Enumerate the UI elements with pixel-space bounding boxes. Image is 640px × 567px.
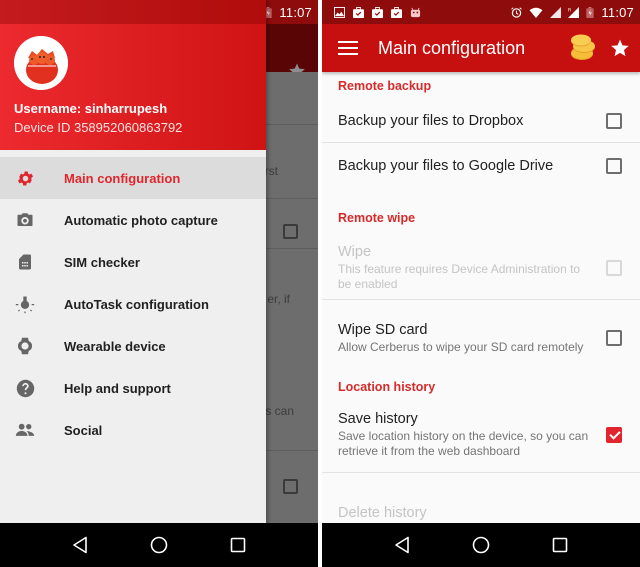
drawer-item-automatic-photo-capture[interactable]: Automatic photo capture [0, 199, 266, 241]
notification-icons [334, 6, 421, 18]
pref-backup-dropbox[interactable]: Backup your files to Dropbox [322, 100, 640, 142]
watch-icon [15, 336, 35, 356]
pref-title: Backup your files to Google Drive [338, 158, 554, 174]
battery-charging-icon [586, 6, 595, 18]
back-button[interactable] [69, 534, 91, 556]
lightbulb-icon [15, 294, 35, 314]
coins-icon[interactable] [568, 33, 598, 63]
background-checkbox [283, 224, 298, 239]
back-button[interactable] [391, 534, 413, 556]
drawer-item-main-configuration[interactable]: Main configuration [0, 157, 266, 199]
navigation-drawer: Username: sinharrupesh Device ID 3589520… [0, 0, 266, 523]
svg-text:R: R [568, 7, 572, 13]
background-text: er, if [267, 292, 290, 306]
recents-button[interactable] [227, 534, 249, 556]
pref-title: Backup your files to Dropbox [338, 113, 524, 129]
home-button[interactable] [148, 534, 170, 556]
save-history-checkbox[interactable] [606, 427, 622, 443]
briefcase-check-icon [372, 6, 383, 18]
navigation-bar [0, 523, 318, 567]
system-icons: R 11:07 [511, 5, 634, 20]
signal-icon [550, 6, 562, 18]
drawer-status-scrim [0, 0, 266, 24]
android-icon [410, 7, 421, 17]
left-screen: rst er, if s can R 11:07 [0, 0, 318, 567]
drawer-item-social[interactable]: Social [0, 409, 266, 451]
status-bar: R 11:07 [322, 0, 640, 24]
alarm-icon [511, 6, 523, 18]
drawer-item-label: Main configuration [64, 170, 181, 186]
pref-delete-history: Delete history [322, 473, 640, 521]
drawer-item-wearable-device[interactable]: Wearable device [0, 325, 266, 367]
pref-title: Delete history [338, 505, 427, 521]
briefcase-check-icon [391, 6, 402, 18]
pref-summary: Save location history on the device, so … [338, 429, 589, 458]
briefcase-check-icon [353, 6, 364, 18]
section-header-remote-backup: Remote backup [338, 79, 432, 93]
avatar[interactable] [14, 36, 68, 90]
pref-title: Wipe [338, 244, 372, 260]
dropbox-checkbox[interactable] [606, 113, 622, 129]
gear-icon [15, 168, 35, 188]
navigation-bar [322, 523, 640, 567]
pref-backup-google-drive[interactable]: Backup your files to Google Drive [322, 143, 640, 189]
app-bar: Main configuration [322, 24, 640, 72]
pref-title: Save history [338, 411, 418, 427]
pref-summary: Allow Cerberus to wipe your SD card remo… [338, 339, 584, 354]
drawer-item-label: SIM checker [64, 254, 140, 270]
back-icon [394, 536, 409, 554]
star-icon[interactable] [610, 38, 630, 58]
home-button[interactable] [470, 534, 492, 556]
drawer-item-label: Wearable device [64, 338, 166, 354]
device-id-label: Device ID 358952060863792 [14, 120, 183, 135]
google-drive-checkbox[interactable] [606, 158, 622, 174]
home-icon [150, 536, 168, 554]
help-icon [15, 378, 35, 398]
home-icon [472, 536, 490, 554]
drawer-header: Username: sinharrupesh Device ID 3589520… [0, 0, 266, 150]
camera-icon [15, 210, 35, 230]
background-text: s can [265, 404, 294, 418]
status-time: 11:07 [601, 4, 634, 20]
username-label: Username: sinharrupesh [14, 101, 168, 116]
pref-save-history[interactable]: Save history Save location history on th… [322, 398, 640, 472]
hamburger-menu-icon[interactable] [338, 41, 358, 55]
settings-list: Remote backup Backup your files to Dropb… [322, 72, 640, 523]
pref-summary: This feature requires Device Administrat… [338, 262, 581, 291]
recents-icon [553, 537, 568, 553]
wifi-icon [530, 7, 543, 18]
status-time: 11:07 [279, 4, 312, 20]
drawer-item-autotask-configuration[interactable]: AutoTask configuration [0, 283, 266, 325]
pref-wipe: Wipe This feature requires Device Admini… [322, 237, 640, 299]
page-title: Main configuration [378, 37, 526, 58]
recents-icon [231, 537, 246, 553]
wipe-sd-card-checkbox[interactable] [606, 330, 622, 346]
drawer-item-label: Automatic photo capture [64, 212, 218, 228]
background-checkbox [283, 479, 298, 494]
drawer-item-sim-checker[interactable]: SIM checker [0, 241, 266, 283]
drawer-item-help-and-support[interactable]: Help and support [0, 367, 266, 409]
people-icon [15, 420, 35, 440]
sim-card-icon [15, 252, 35, 272]
image-icon [334, 6, 345, 18]
recents-button[interactable] [549, 534, 571, 556]
section-header-location-history: Location history [338, 380, 436, 394]
roaming-signal-icon: R [568, 6, 580, 18]
drawer-item-label: AutoTask configuration [64, 296, 209, 312]
cerberus-logo-icon [14, 36, 68, 90]
pref-wipe-sd-card[interactable]: Wipe SD card Allow Cerberus to wipe your… [322, 300, 640, 376]
drawer-item-label: Help and support [64, 380, 171, 396]
section-header-remote-wipe: Remote wipe [338, 211, 416, 225]
wipe-checkbox [606, 260, 622, 276]
drawer-menu: Main configuration Automatic photo captu… [0, 157, 266, 451]
background-text: rst [264, 164, 278, 178]
right-screen: R 11:07 Main configuration Remote backup… [322, 0, 640, 567]
pref-title: Wipe SD card [338, 321, 428, 338]
back-icon [72, 536, 87, 554]
drawer-item-label: Social [64, 422, 103, 438]
